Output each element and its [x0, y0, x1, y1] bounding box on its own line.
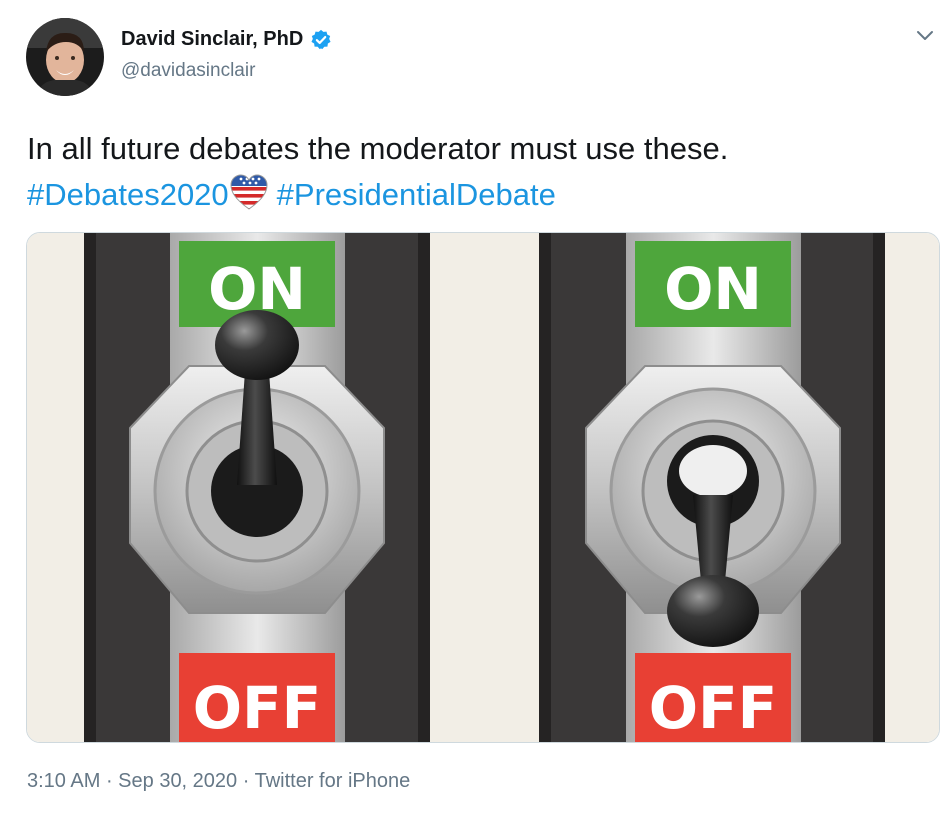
hashtag-presidentialdebate[interactable]: #PresidentialDebate — [277, 177, 556, 212]
hashtag-line: #Debates2020 #PresidentialDebate — [27, 172, 927, 218]
chevron-down-icon[interactable] — [915, 29, 935, 43]
toggle-switch-off: ON OFF — [539, 233, 885, 742]
profile-photo-icon — [26, 18, 104, 96]
toggle-switch-on: ON OFF — [84, 233, 430, 742]
verified-badge-icon — [311, 29, 331, 49]
off-label: OFF — [649, 674, 778, 742]
hashtag-debates2020[interactable]: #Debates2020 — [27, 177, 229, 212]
on-label: ON — [664, 255, 762, 323]
off-label: OFF — [193, 674, 322, 742]
tweet-body: In all future debates the moderator must… — [27, 131, 729, 166]
avatar[interactable] — [26, 18, 104, 96]
tweet-date[interactable]: Sep 30, 2020 — [118, 770, 237, 792]
tweet-media-image[interactable]: ON OFF ON OFF — [26, 232, 940, 743]
author-handle[interactable]: @davidasinclair — [121, 60, 255, 82]
toggle-switches-illustration: ON OFF ON OFF — [27, 233, 939, 742]
author-row: David Sinclair, PhD — [121, 28, 332, 51]
separator-dot: · — [237, 770, 255, 792]
tweet-source[interactable]: Twitter for iPhone — [255, 770, 411, 792]
author-name[interactable]: David Sinclair, PhD — [121, 28, 303, 51]
separator-dot: · — [100, 770, 119, 792]
american-flag-heart-icon — [230, 174, 268, 210]
tweet-time[interactable]: 3:10 AM — [27, 770, 100, 792]
tweet-text: In all future debates the moderator must… — [27, 126, 927, 218]
tweet-metadata: 3:10 AM · Sep 30, 2020 · Twitter for iPh… — [27, 770, 410, 793]
